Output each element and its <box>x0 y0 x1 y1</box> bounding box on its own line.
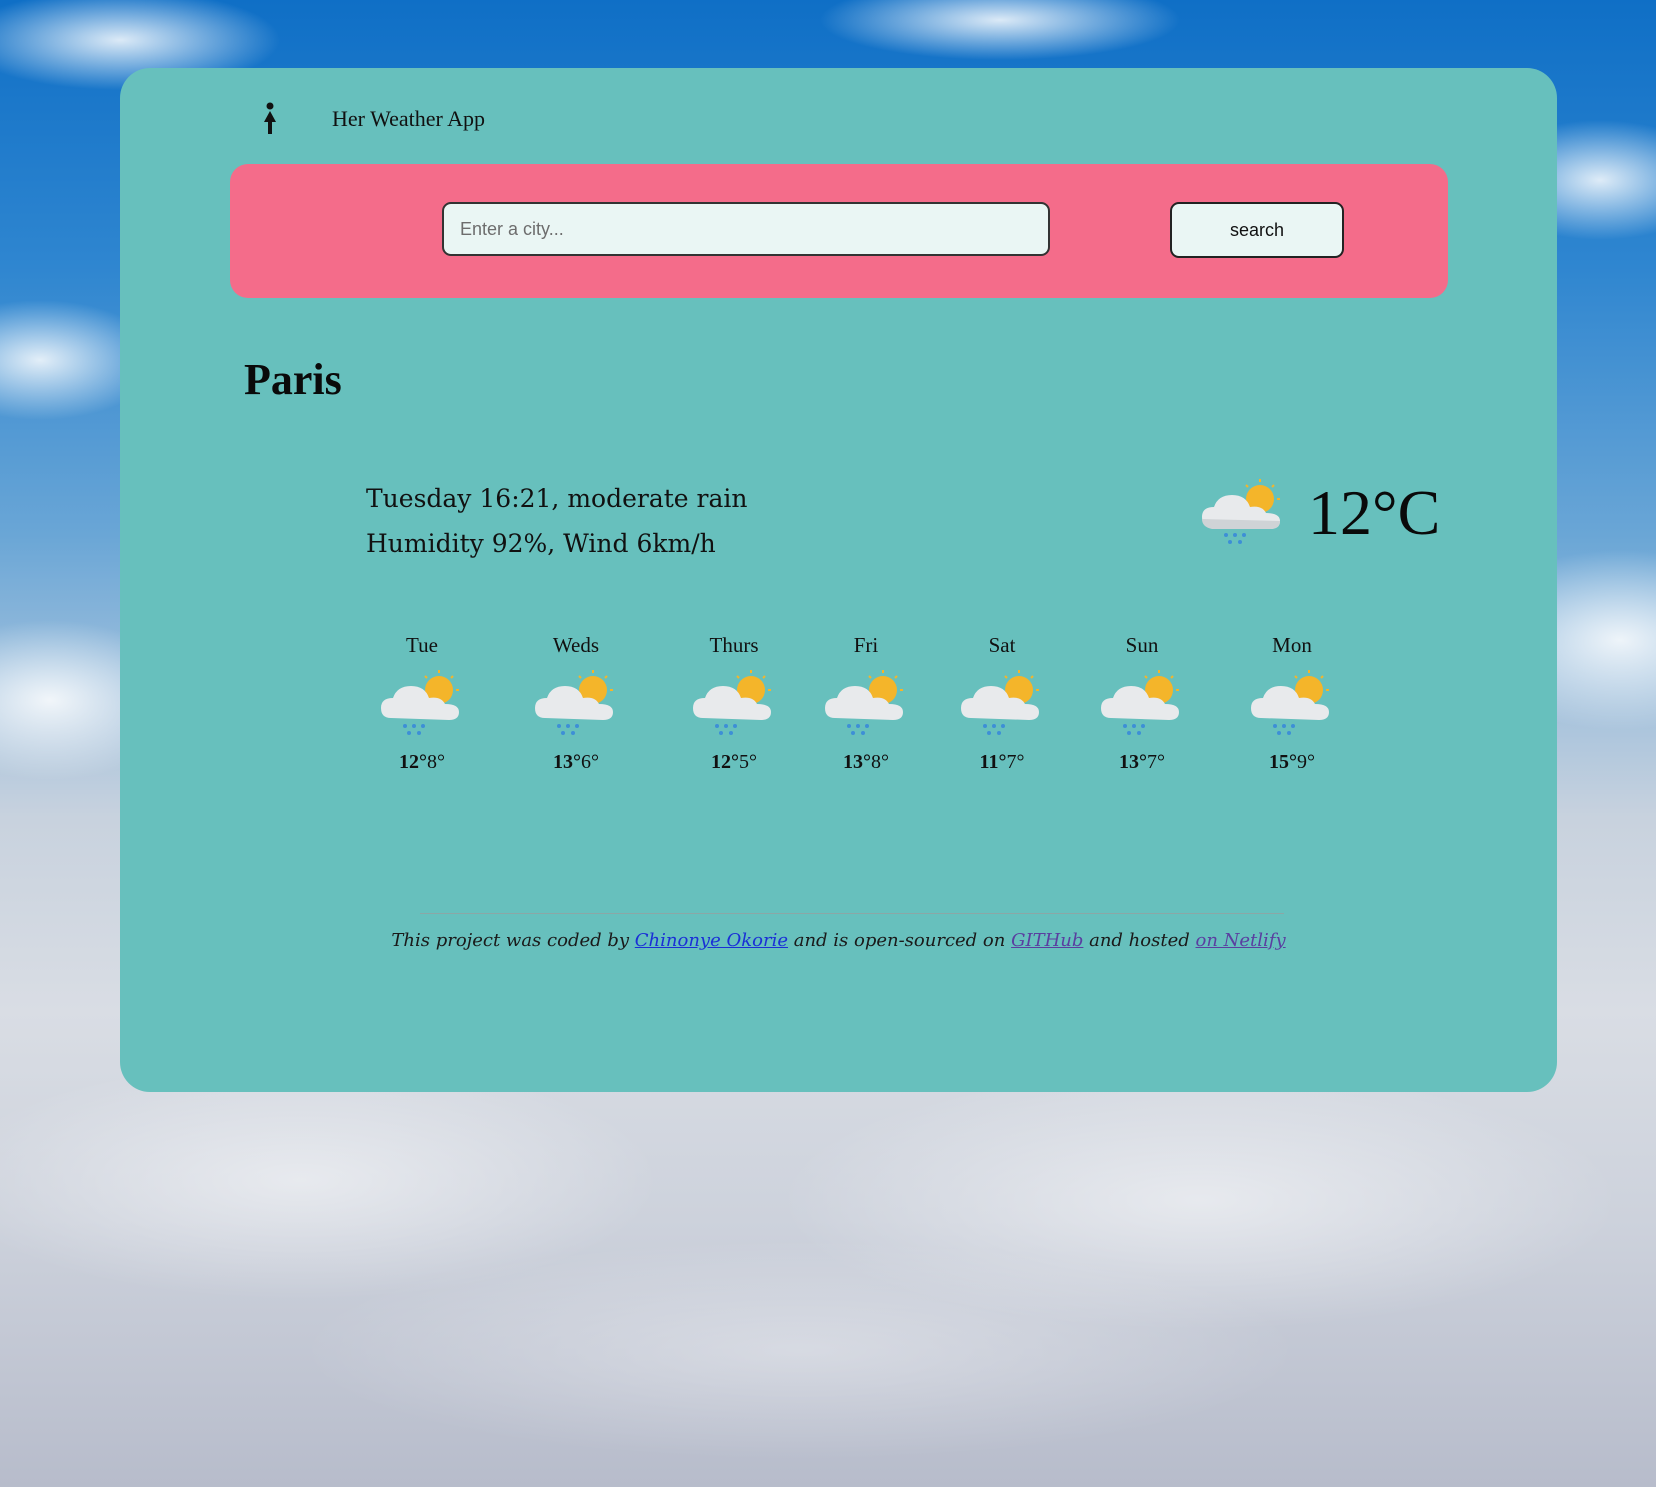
forecast-day-name: Sun <box>1125 633 1159 657</box>
rain-cloud-sun-icon <box>516 668 636 745</box>
humidity-wind: Humidity 92%, Wind 6km/h <box>366 529 716 558</box>
forecast-high: 12° <box>399 751 427 773</box>
forecast-temps: 13°7° <box>1082 751 1202 774</box>
forecast-day-name: Mon <box>1272 633 1312 657</box>
forecast-high: 13° <box>1119 751 1147 773</box>
rain-cloud-sun-icon <box>1082 668 1202 745</box>
city-search-input[interactable] <box>442 202 1050 256</box>
city-name: Paris <box>244 355 342 404</box>
forecast-day: Mon 15°9° <box>1232 633 1352 774</box>
forecast-day: Sat 11°7° <box>942 633 1062 774</box>
rain-cloud-sun-icon <box>1232 668 1352 745</box>
forecast-high: 13° <box>553 751 581 773</box>
forecast-temps: 13°6° <box>516 751 636 774</box>
footer-divider <box>420 913 1284 914</box>
forecast-low: 8° <box>427 751 445 773</box>
rain-cloud-sun-icon <box>1202 479 1280 544</box>
weather-card: Her Weather App search Paris Tuesday 16:… <box>120 68 1557 1092</box>
person-icon <box>264 102 276 134</box>
forecast-high: 15° <box>1269 751 1297 773</box>
forecast-high: 12° <box>711 751 739 773</box>
forecast-day: Fri 13°8° <box>806 633 926 774</box>
search-panel: search <box>230 164 1448 298</box>
forecast-day-name: Weds <box>552 633 600 657</box>
footer-middle2: and hosted <box>1083 930 1196 951</box>
forecast-day-name: Thurs <box>709 633 759 657</box>
forecast-high: 13° <box>843 751 871 773</box>
forecast-low: 8° <box>871 751 889 773</box>
rain-cloud-sun-icon <box>674 668 794 745</box>
forecast-day: Weds 13°6° <box>516 633 636 774</box>
current-weather: 12°C <box>1200 476 1440 550</box>
forecast-row: Tue 12°8° Weds 13°6° Thurs 12°5° Fri 13°8° S… <box>120 633 1557 813</box>
forecast-day: Thurs 12°5° <box>674 633 794 774</box>
netlify-link[interactable]: on Netlify <box>1195 930 1285 951</box>
forecast-temps: 12°8° <box>362 751 482 774</box>
github-link[interactable]: GITHub <box>1011 930 1083 951</box>
forecast-temps: 12°5° <box>674 751 794 774</box>
search-button[interactable]: search <box>1170 202 1344 258</box>
app-title: Her Weather App <box>332 106 485 131</box>
rain-cloud-sun-icon <box>362 668 482 745</box>
date-description: Tuesday 16:21, moderate rain <box>366 484 748 513</box>
forecast-temps: 15°9° <box>1232 751 1352 774</box>
footer-prefix: This project was coded by <box>391 930 635 951</box>
forecast-low: 7° <box>1147 751 1165 773</box>
app-header: Her Weather App <box>260 102 485 136</box>
forecast-day: Sun 13°7° <box>1082 633 1202 774</box>
footer: This project was coded by Chinonye Okori… <box>120 930 1557 951</box>
forecast-day: Tue 12°8° <box>362 633 482 774</box>
current-details: Tuesday 16:21, moderate rain Humidity 92… <box>366 476 747 566</box>
forecast-temps: 13°8° <box>806 751 926 774</box>
forecast-day-name: Sat <box>988 633 1016 657</box>
author-link[interactable]: Chinonye Okorie <box>635 930 788 951</box>
rain-cloud-sun-icon <box>806 668 926 745</box>
forecast-low: 9° <box>1297 751 1315 773</box>
forecast-low: 7° <box>1006 751 1025 773</box>
forecast-high: 11° <box>979 751 1007 773</box>
footer-middle: and is open-sourced on <box>787 930 1012 951</box>
forecast-temps: 11°7° <box>942 751 1062 774</box>
rain-cloud-sun-icon <box>942 668 1062 745</box>
forecast-day-name: Fri <box>853 633 879 657</box>
forecast-day-name: Tue <box>406 633 438 657</box>
forecast-low: 6° <box>581 751 599 773</box>
current-temperature: 12°C <box>1308 477 1441 548</box>
forecast-low: 5° <box>739 751 757 773</box>
